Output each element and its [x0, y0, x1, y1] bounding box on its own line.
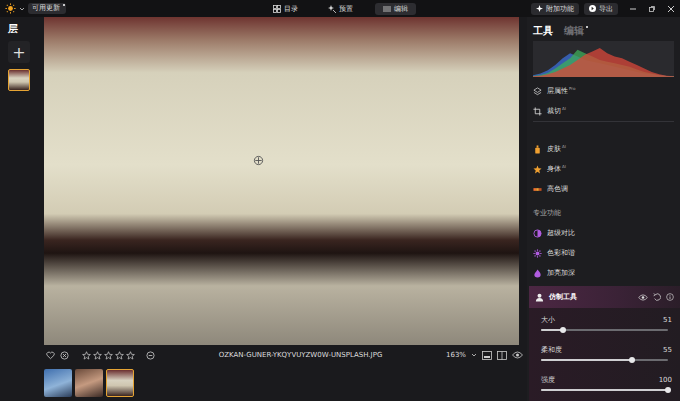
person-icon	[535, 293, 544, 302]
restore-icon[interactable]	[648, 5, 656, 13]
tool-row[interactable]: 裁切AI	[527, 101, 680, 121]
label-icon[interactable]	[146, 351, 155, 360]
color-harmony-icon	[533, 249, 542, 258]
crop-icon	[533, 107, 542, 116]
panel-tab[interactable]: 工具	[533, 25, 556, 37]
color-strip-icon	[533, 185, 542, 194]
slider-value: 55	[663, 346, 672, 355]
tools-panel: 工具编辑层属性Pro裁切AI 皮肤AI身体AI高色调专业功能超级对比色彩和谐加亮加…	[527, 17, 680, 401]
slider-fill	[541, 389, 668, 391]
filename: OZKAN-GUNER-YKQYVUYZW0W-UNSPLASH.JPG	[161, 351, 440, 359]
reject-icon[interactable]	[60, 351, 69, 360]
slider-value: 51	[663, 316, 672, 325]
tool-row[interactable]: 加亮加深	[527, 263, 680, 283]
sparkle-icon	[536, 5, 543, 12]
tool-row[interactable]: 超级对比	[527, 223, 680, 243]
active-tool-header[interactable]: 仿制工具	[529, 286, 680, 308]
section-title: 专业功能	[527, 199, 680, 223]
tool-row[interactable]: 高色调	[527, 179, 680, 199]
nav-item[interactable]: 编辑	[375, 3, 416, 15]
panel-tab[interactable]: 编辑	[564, 25, 587, 37]
slider: 大小 51	[541, 316, 672, 331]
photo-info-bar: OZKAN-GUNER-YKQYVUYZW0W-UNSPLASH.JPG 163%	[42, 345, 527, 365]
star-icon[interactable]	[82, 351, 91, 360]
slider-label: 强度	[541, 376, 555, 385]
caret-down-icon[interactable]	[19, 6, 25, 12]
slider: 柔和度 55	[541, 346, 672, 361]
contrast-icon	[533, 229, 542, 238]
star-icon[interactable]	[115, 351, 124, 360]
update-badge[interactable]: 可用更新	[28, 3, 66, 14]
star-icon[interactable]	[126, 351, 135, 360]
layers-title: 层	[8, 23, 18, 35]
clone-tool: 仿制工具大小 51 柔和度 55 强度 100	[527, 286, 680, 401]
slider-knob[interactable]	[560, 327, 566, 333]
close-icon[interactable]	[667, 5, 675, 13]
slider-value: 100	[659, 376, 672, 385]
film-thumbnail[interactable]	[75, 369, 103, 397]
main-nav: 目录 预置 编辑	[265, 3, 416, 15]
star-icon[interactable]	[104, 351, 113, 360]
layers-icon	[533, 87, 542, 96]
minimize-icon[interactable]	[629, 5, 637, 13]
layers-panel: 层+	[0, 17, 42, 401]
tool-row[interactable]: 层属性Pro	[527, 81, 680, 101]
export-icon	[589, 5, 596, 12]
panel-tabs: 工具编辑	[527, 17, 680, 39]
separator	[533, 121, 674, 139]
tool-row[interactable]: 身体AI	[527, 159, 680, 179]
eye-icon[interactable]	[512, 351, 523, 359]
tool-row[interactable]: 色彩和谐	[527, 243, 680, 263]
slider-track[interactable]	[541, 359, 668, 361]
slider-group: 大小 51 柔和度 55 强度 100	[529, 308, 680, 401]
nav-item[interactable]: 预置	[320, 3, 361, 15]
undo-icon[interactable]	[653, 293, 661, 301]
skin-bottle-icon	[533, 145, 542, 154]
slider-track[interactable]	[541, 329, 668, 331]
heart-icon[interactable]	[46, 351, 55, 360]
add-layer-button[interactable]: +	[8, 41, 30, 63]
caret-down-icon[interactable]	[471, 352, 477, 358]
filmstrip	[42, 365, 527, 401]
photo-editor: 可用更新 目录预置编辑附加功能导出层+OZKAN-GUNER-YKQYVUYZW…	[0, 0, 680, 401]
nav-item[interactable]: 目录	[265, 3, 306, 15]
slider: 强度 100	[541, 376, 672, 391]
photo[interactable]	[44, 17, 519, 345]
modified-dot	[586, 26, 588, 28]
film-thumbnail[interactable]	[44, 369, 72, 397]
sliders-icon	[383, 5, 391, 13]
slider-fill	[541, 359, 632, 361]
slider-label: 大小	[541, 316, 555, 325]
top-bar: 可用更新 目录 预置 编辑 附加功能导出	[0, 0, 680, 17]
tool-row[interactable]: 皮肤AI	[527, 139, 680, 159]
layer-thumbnail[interactable]	[8, 69, 30, 91]
action-button[interactable]: 导出	[584, 3, 618, 15]
flame-icon	[533, 269, 542, 278]
star-rating	[82, 351, 135, 360]
new-dot	[63, 4, 65, 6]
crosshair-cursor-icon	[253, 155, 264, 166]
split-view-icon[interactable]	[497, 351, 507, 360]
star-icon[interactable]	[93, 351, 102, 360]
film-thumbnail[interactable]	[106, 369, 134, 397]
action-button[interactable]: 附加功能	[531, 3, 579, 15]
grid-icon	[273, 5, 281, 13]
info-icon[interactable]	[666, 293, 674, 301]
viewer: OZKAN-GUNER-YKQYVUYZW0W-UNSPLASH.JPG 163%	[42, 17, 527, 401]
body-star-icon	[533, 165, 542, 174]
histogram-series	[533, 48, 674, 77]
slider-label: 柔和度	[541, 346, 562, 355]
slider-knob[interactable]	[629, 357, 635, 363]
zoom-level[interactable]: 163%	[446, 351, 466, 359]
compare-icon[interactable]	[482, 351, 492, 360]
eye-icon[interactable]	[638, 294, 648, 301]
sun-logo-icon[interactable]	[5, 3, 16, 14]
sparkle-icon	[328, 5, 336, 13]
workspace: 层+OZKAN-GUNER-YKQYVUYZW0W-UNSPLASH.JPG16…	[0, 17, 680, 401]
histogram	[533, 41, 674, 77]
slider-knob[interactable]	[665, 387, 671, 393]
slider-track[interactable]	[541, 389, 668, 391]
